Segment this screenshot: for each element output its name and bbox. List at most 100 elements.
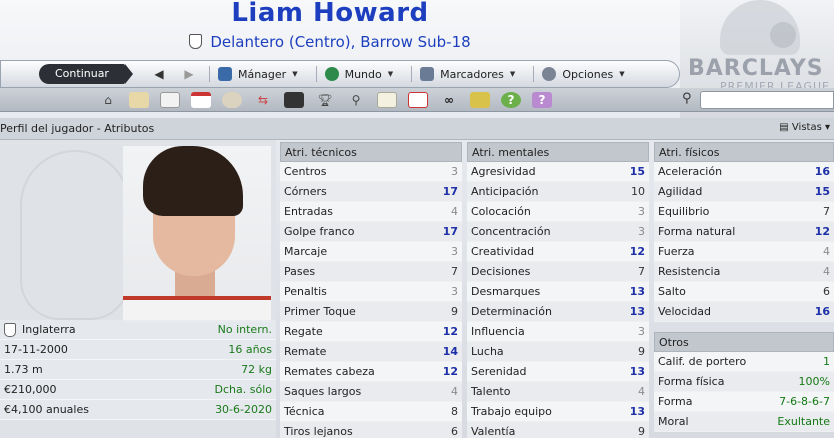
attribute-row[interactable]: Pases 7 <box>280 262 462 282</box>
divider <box>533 66 535 82</box>
attribute-name: Centros <box>284 165 327 178</box>
attribute-value: 3 <box>451 285 458 298</box>
attribute-value: 3 <box>451 245 458 258</box>
player-info: Inglaterra No intern. 17-11-2000 16 años… <box>0 320 276 420</box>
attribute-value: 15 <box>814 185 830 198</box>
attribute-row[interactable]: Salto 6 <box>654 282 834 302</box>
attribute-name: Decisiones <box>471 265 531 278</box>
menu-bookmarks[interactable]: Marcadores ▼ <box>420 67 515 81</box>
divider <box>411 66 413 82</box>
attribute-row[interactable]: Influencia 3 <box>467 322 649 342</box>
calendar-icon[interactable] <box>191 91 211 108</box>
position-club-text: Delantero (Centro), Barrow Sub-18 <box>210 33 471 51</box>
attribute-row[interactable]: Serenidad 13 <box>467 362 649 382</box>
attribute-name: Talento <box>471 385 511 398</box>
attribute-row[interactable]: Talento 4 <box>467 382 649 402</box>
search-input[interactable] <box>700 91 834 109</box>
attribute-row[interactable]: Valentía 9 <box>467 422 649 438</box>
player-panel: Inglaterra No intern. 17-11-2000 16 años… <box>0 140 276 438</box>
attribute-row[interactable]: Aceleración 16 <box>654 162 834 182</box>
attribute-row[interactable]: Anticipación 10 <box>467 182 649 202</box>
attribute-row[interactable]: Fuerza 4 <box>654 242 834 262</box>
attribute-name: Serenidad <box>471 365 527 378</box>
views-button[interactable]: ▤ Vistas ▾ <box>779 122 830 133</box>
inbox-icon[interactable] <box>129 91 149 108</box>
attribute-row[interactable]: Córners 17 <box>280 182 462 202</box>
transfer-icon[interactable]: ⇆ <box>253 92 273 108</box>
attribute-row[interactable]: Lucha 9 <box>467 342 649 362</box>
attribute-row[interactable]: Remate 14 <box>280 342 462 362</box>
attribute-row[interactable]: Concentración 3 <box>467 222 649 242</box>
binoculars-icon[interactable]: ∞ <box>439 92 459 108</box>
attribute-row[interactable]: Regate 12 <box>280 322 462 342</box>
attribute-row[interactable]: Colocación 3 <box>467 202 649 222</box>
attribute-row[interactable]: Golpe franco 17 <box>280 222 462 242</box>
attribute-row[interactable]: Resistencia 4 <box>654 262 834 282</box>
info-label: €210,000 <box>4 383 57 396</box>
attribute-row[interactable]: Trabajo equipo 13 <box>467 402 649 422</box>
info-row-contract[interactable]: €4,100 anuales 30-6-2020 <box>0 400 276 420</box>
attribute-row[interactable]: Remates cabeza 12 <box>280 362 462 382</box>
technical-attributes-panel: Atri. técnicos Centros 3 Córners 17 Entradas… <box>280 142 462 438</box>
caret-icon: ▼ <box>292 70 298 78</box>
attribute-row[interactable]: Primer Toque 9 <box>280 302 462 322</box>
attribute-row[interactable]: Penaltis 3 <box>280 282 462 302</box>
menu-world[interactable]: Mundo ▼ <box>324 67 393 81</box>
home-icon[interactable]: ⌂ <box>98 92 118 108</box>
divider <box>315 66 317 82</box>
attribute-row[interactable]: Técnica 8 <box>280 402 462 422</box>
back-arrow-icon[interactable]: ◀ <box>147 67 171 81</box>
scouting-icon[interactable]: ⚲ <box>346 92 366 108</box>
question-icon[interactable]: ? <box>532 91 552 108</box>
menu-options[interactable]: Opciones ▼ <box>542 67 625 81</box>
menu-label: Opciones <box>562 67 614 81</box>
attribute-row[interactable]: Centros 3 <box>280 162 462 182</box>
attribute-name: Concentración <box>471 225 551 238</box>
attribute-row[interactable]: Agresividad 15 <box>467 162 649 182</box>
attribute-row[interactable]: Tiros lejanos 6 <box>280 422 462 438</box>
attribute-row[interactable]: Calif. de portero 1 <box>654 352 834 372</box>
menu-manager[interactable]: Mánager ▼ <box>217 67 298 81</box>
attribute-name: Entradas <box>284 205 333 218</box>
attribute-row[interactable]: Creatividad 12 <box>467 242 649 262</box>
attribute-row[interactable]: Moral Exultante <box>654 412 834 432</box>
bookmarks-icon <box>420 67 435 81</box>
menu-label: Mánager <box>237 67 287 81</box>
trophy-icon[interactable]: 🏆︎ <box>315 92 335 108</box>
search-icon[interactable]: ⚲ <box>682 91 700 109</box>
attribute-row[interactable]: Forma física 100% <box>654 372 834 392</box>
attribute-row[interactable]: Desmarques 13 <box>467 282 649 302</box>
attribute-name: Regate <box>284 325 323 338</box>
attribute-value: 16 <box>814 165 830 178</box>
attribute-row[interactable]: Forma 7-6-8-6-7 <box>654 392 834 412</box>
attribute-name: Creatividad <box>471 245 535 258</box>
help-icon[interactable]: ? <box>501 91 521 108</box>
info-row-nationality[interactable]: Inglaterra No intern. <box>0 320 276 340</box>
attribute-value: 7 <box>451 265 458 278</box>
tactics-icon[interactable] <box>284 91 304 108</box>
attribute-row[interactable]: Entradas 4 <box>280 202 462 222</box>
attribute-row[interactable]: Determinación 13 <box>467 302 649 322</box>
attribute-value: 7-6-8-6-7 <box>779 395 830 408</box>
attribute-value: 7 <box>638 265 645 278</box>
position-club[interactable]: Delantero (Centro), Barrow Sub-18 <box>0 33 660 51</box>
continue-button[interactable]: Continuar <box>39 64 133 84</box>
attribute-row[interactable]: Marcaje 3 <box>280 242 462 262</box>
attribute-row[interactable]: Velocidad 16 <box>654 302 834 322</box>
others-heading: Otros <box>654 332 834 352</box>
squad-icon[interactable] <box>222 91 242 108</box>
physical-heading: Atri. físicos <box>654 142 834 162</box>
attribute-row[interactable]: Agilidad 15 <box>654 182 834 202</box>
clipboard-icon[interactable] <box>377 91 397 108</box>
info-value: Dcha. sólo <box>214 383 272 396</box>
medical-icon[interactable] <box>408 91 428 108</box>
finance-icon[interactable] <box>470 91 490 108</box>
attribute-row[interactable]: Saques largos 4 <box>280 382 462 402</box>
attribute-row[interactable]: Equilibrio 7 <box>654 202 834 222</box>
info-row-height-weight: 1.73 m 72 kg <box>0 360 276 380</box>
attribute-row[interactable]: Forma natural 12 <box>654 222 834 242</box>
forward-arrow-icon[interactable]: ▶ <box>177 67 201 81</box>
attribute-row[interactable]: Decisiones 7 <box>467 262 649 282</box>
attribute-name: Remate <box>284 345 327 358</box>
news-icon[interactable] <box>160 91 180 108</box>
